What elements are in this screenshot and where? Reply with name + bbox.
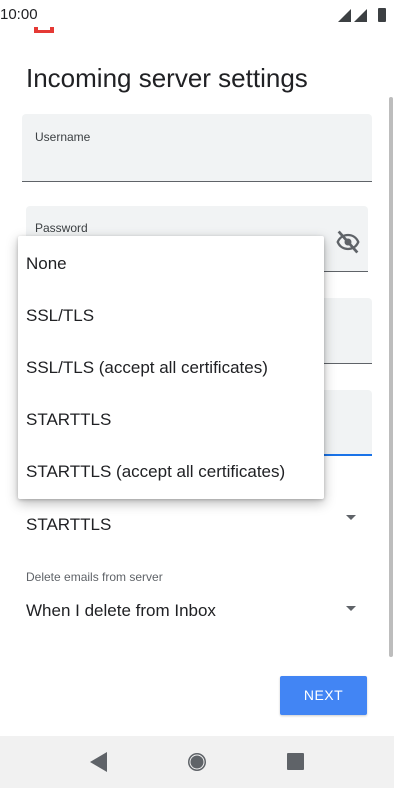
- chevron-down-icon[interactable]: [346, 515, 356, 520]
- visibility-off-icon[interactable]: [334, 228, 362, 256]
- security-options-menu: None SSL/TLS SSL/TLS (accept all certifi…: [18, 236, 324, 499]
- delete-emails-label: Delete emails from server: [26, 570, 163, 584]
- next-button[interactable]: NEXT: [280, 676, 367, 715]
- home-icon[interactable]: [187, 752, 207, 772]
- menu-item-none[interactable]: None: [18, 238, 324, 290]
- signal-icon: [354, 9, 367, 22]
- menu-item-ssl-tls-accept-all[interactable]: SSL/TLS (accept all certificates): [18, 342, 324, 394]
- menu-item-starttls-accept-all[interactable]: STARTTLS (accept all certificates): [18, 446, 324, 498]
- battery-icon: [378, 8, 386, 22]
- menu-item-starttls[interactable]: STARTTLS: [18, 394, 324, 446]
- scrollbar[interactable]: [389, 97, 393, 657]
- signal-icon: [338, 9, 351, 22]
- delete-emails-dropdown[interactable]: When I delete from Inbox: [26, 601, 216, 621]
- status-time: 10:00: [0, 6, 38, 23]
- menu-item-ssl-tls[interactable]: SSL/TLS: [18, 290, 324, 342]
- username-field[interactable]: Username: [22, 114, 372, 182]
- password-label: Password: [35, 221, 88, 235]
- recents-icon[interactable]: [287, 753, 304, 770]
- status-bar: 10:00: [0, 0, 394, 33]
- security-dropdown[interactable]: STARTTLS: [26, 515, 111, 535]
- page-title: Incoming server settings: [26, 63, 308, 93]
- username-label: Username: [35, 130, 91, 144]
- signal-battery-icons: [338, 8, 386, 22]
- chevron-down-icon[interactable]: [346, 606, 356, 611]
- back-icon[interactable]: [90, 752, 108, 772]
- navigation-bar: [0, 736, 394, 788]
- notification-icon: [34, 27, 54, 33]
